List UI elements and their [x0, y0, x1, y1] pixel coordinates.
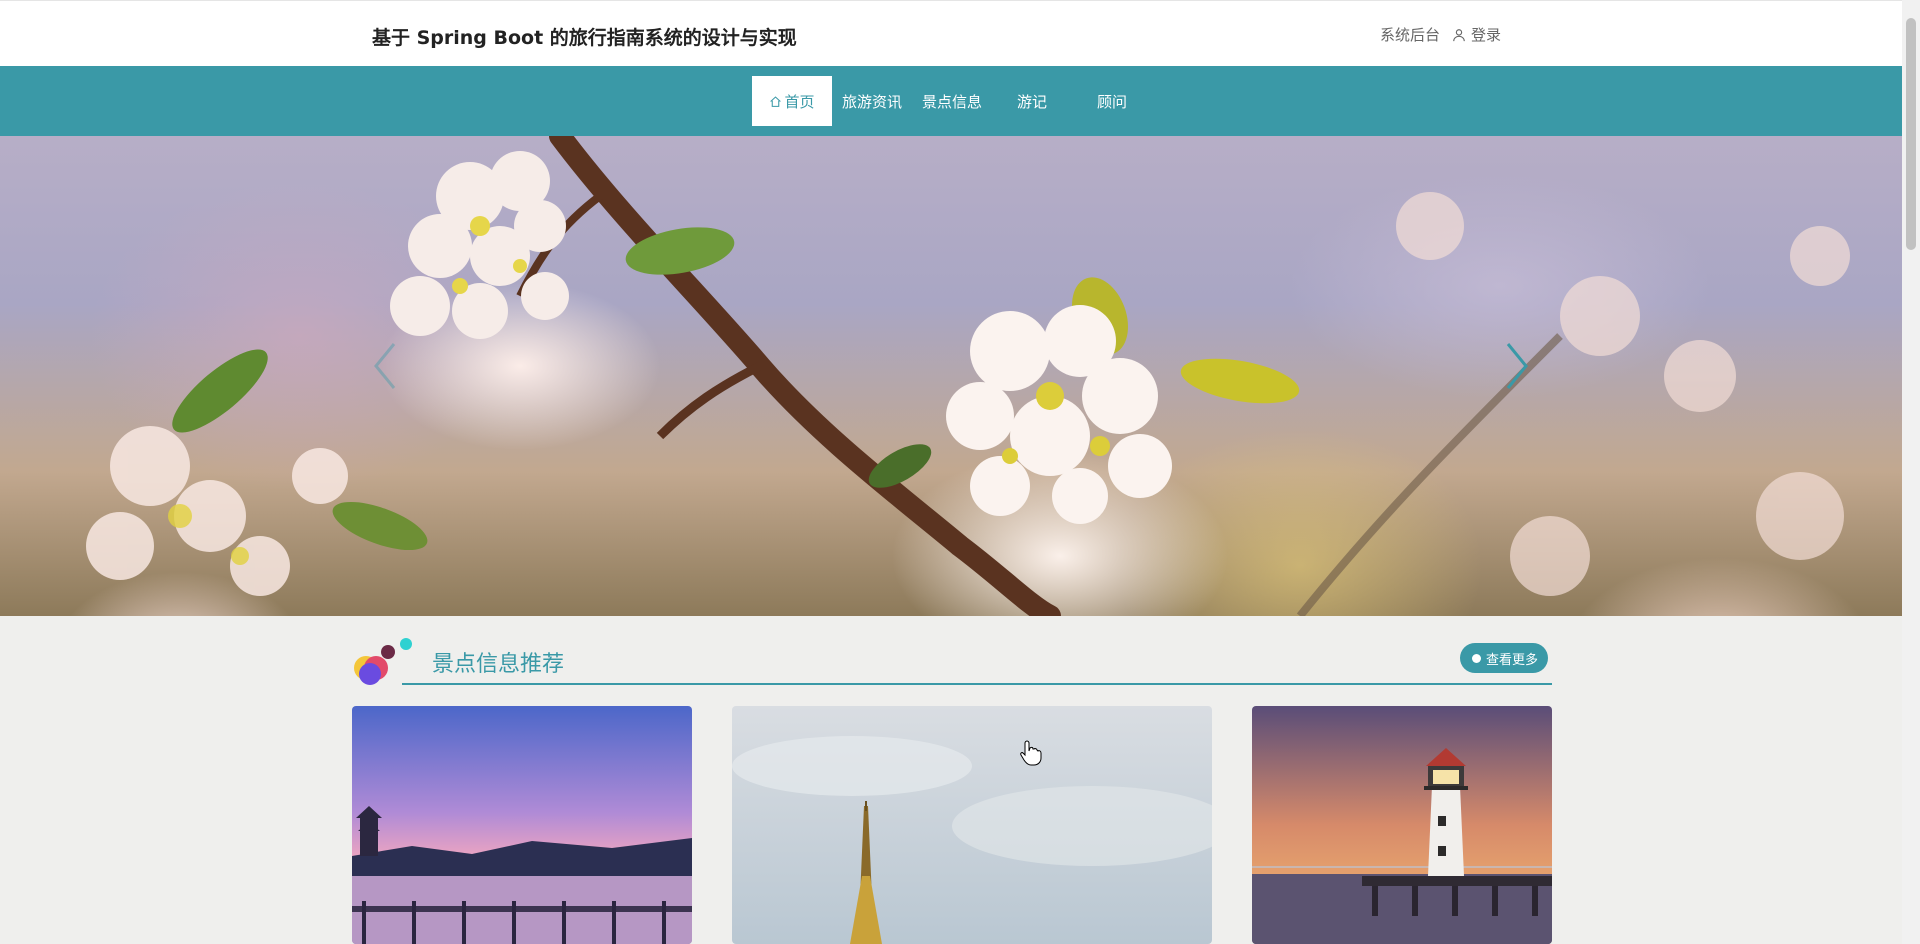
page-scrollbar[interactable] [1902, 0, 1920, 944]
scenic-card[interactable] [352, 706, 692, 944]
top-header: 基于 Spring Boot 的旅行指南系统的设计与实现 系统后台 登录 [0, 0, 1902, 66]
nav-items: 首页 旅游资讯 景点信息 游记 顾问 [752, 76, 1152, 126]
view-more-label: 查看更多 [1486, 652, 1539, 668]
chevron-left-icon [374, 343, 396, 389]
login-link[interactable]: 登录 [1452, 24, 1501, 45]
nav-item-label: 景点信息 [921, 92, 982, 111]
nav-item-home[interactable]: 首页 [752, 76, 832, 126]
scenic-card[interactable] [1252, 706, 1552, 944]
lake-pagoda-image [352, 706, 692, 944]
scenic-card[interactable] [732, 706, 1212, 944]
nav-item-label: 游记 [1016, 92, 1047, 111]
section-logo-icon [354, 638, 412, 685]
section-header: 景点信息推荐 查看更多 [352, 636, 1552, 686]
login-label: 登录 [1471, 26, 1502, 44]
section-divider [402, 683, 1552, 685]
site-title: 基于 Spring Boot 的旅行指南系统的设计与实现 [372, 27, 797, 49]
top-links: 系统后台 登录 [1380, 24, 1501, 45]
hero-carousel[interactable] [0, 136, 1902, 616]
section-title: 景点信息推荐 [432, 652, 565, 677]
carousel-prev-button[interactable] [366, 336, 406, 396]
admin-link[interactable]: 系统后台 [1380, 24, 1440, 45]
nav-item-label: 顾问 [1096, 92, 1127, 111]
main-nav: 首页 旅游资讯 景点信息 游记 顾问 [0, 66, 1902, 136]
nav-item-scenic-spots[interactable]: 景点信息 [912, 76, 992, 126]
nav-item-travel-news[interactable]: 旅游资讯 [832, 76, 912, 126]
nav-item-travel-notes[interactable]: 游记 [992, 76, 1072, 126]
chevron-right-icon [1506, 343, 1528, 389]
blossom-branch-image [86, 136, 1850, 616]
lighthouse-image [1252, 706, 1552, 944]
nav-item-advisor[interactable]: 顾问 [1072, 76, 1152, 126]
home-icon [770, 95, 782, 107]
dot-icon [1472, 653, 1481, 663]
nav-item-label: 首页 [784, 92, 815, 111]
hand-cursor-icon [1020, 740, 1042, 766]
view-more-button[interactable]: 查看更多 [1460, 643, 1549, 673]
golden-spire-image [732, 706, 1212, 944]
carousel-next-button[interactable] [1496, 336, 1536, 396]
nav-item-label: 旅游资讯 [841, 92, 902, 111]
user-icon [1453, 28, 1465, 41]
scrollbar-thumb[interactable] [1906, 18, 1916, 250]
